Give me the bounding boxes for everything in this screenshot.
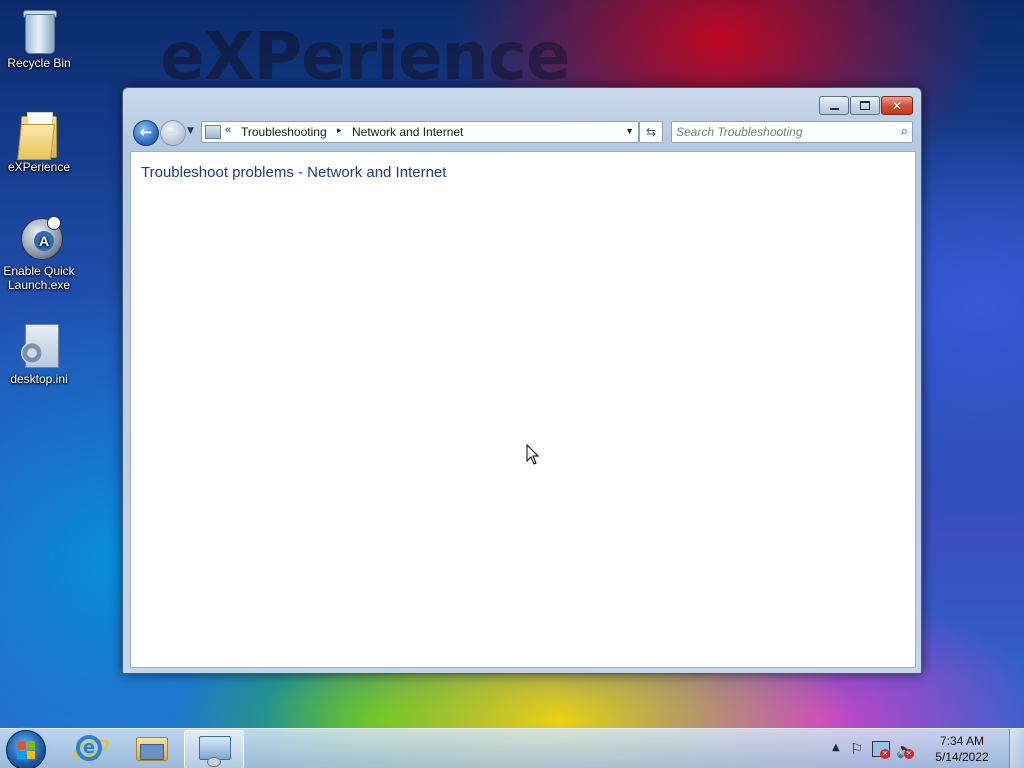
desktop-icon-label: Enable Quick Launch.exe: [3, 264, 75, 292]
clock[interactable]: 7:34 AM 5/14/2022: [922, 733, 1002, 765]
desktop-icon-recycle-bin[interactable]: Recycle Bin: [0, 6, 78, 70]
back-arrow-icon: ←: [139, 123, 153, 141]
search-box[interactable]: ⌕: [671, 121, 913, 143]
app-icon: A: [17, 214, 63, 262]
internet-explorer-icon: e: [76, 735, 102, 761]
desktop-icon-desktop-ini[interactable]: desktop.ini: [0, 322, 78, 386]
address-dropdown-icon[interactable]: ▼: [625, 126, 634, 136]
control-panel-base-shape: [207, 757, 221, 767]
mouse-cursor-icon: [526, 444, 540, 465]
breadcrumb-separator-icon[interactable]: ▸: [337, 125, 342, 136]
desktop-icon-label: desktop.ini: [10, 372, 68, 386]
close-icon: ✕: [891, 98, 903, 113]
chevron-down-icon: ▼: [187, 126, 194, 136]
desktop-icon-experience-folder[interactable]: eXPerience: [0, 110, 78, 174]
taskbar-internet-explorer[interactable]: e: [60, 730, 118, 767]
maximize-icon: [860, 101, 870, 110]
show-hidden-icons-icon[interactable]: ▲: [832, 742, 840, 753]
recent-pages-dropdown[interactable]: ▼: [187, 126, 194, 136]
control-panel-small-icon: [205, 125, 221, 139]
desktop: eXPerience Recycle Bin eXPerience A Enab…: [0, 0, 1024, 768]
close-button[interactable]: ✕: [881, 96, 913, 115]
taskbar: e ▲ ⚐ ✕ 🔈 ✕ 7:34 AM 5/14/2022: [0, 728, 1024, 768]
start-button[interactable]: [6, 730, 46, 768]
windows-logo-icon: [17, 741, 35, 759]
navigation-bar: ← → ▼ « Troubleshooting ▸ Network and In…: [131, 119, 913, 146]
content-pane: Troubleshoot problems - Network and Inte…: [130, 151, 916, 668]
minimize-button[interactable]: [819, 96, 849, 115]
show-desktop-button[interactable]: [1009, 729, 1024, 768]
desktop-icon-label: Recycle Bin: [7, 56, 71, 70]
refresh-icon: ⇆: [645, 125, 657, 139]
forward-button[interactable]: →: [160, 120, 186, 146]
taskbar-control-panel-active[interactable]: [184, 730, 244, 768]
page-title: Troubleshoot problems - Network and Inte…: [141, 164, 447, 181]
search-input[interactable]: [676, 123, 886, 140]
volume-muted-icon: ✕: [904, 749, 914, 759]
forward-arrow-icon: →: [166, 123, 180, 141]
taskbar-windows-explorer[interactable]: [122, 730, 180, 767]
ini-file-icon: [17, 322, 61, 370]
minimize-icon: [829, 107, 839, 110]
wallpaper-text: eXPerience: [160, 18, 571, 95]
desktop-icon-enable-quick-launch[interactable]: A Enable Quick Launch.exe: [0, 214, 78, 292]
troubleshooting-window: ✕ ← → ▼ « Troubleshooting ▸ Network and …: [122, 87, 922, 674]
caption-buttons: ✕: [819, 96, 913, 115]
clock-time: 7:34 AM: [939, 734, 985, 748]
address-overflow-chevron[interactable]: «: [225, 124, 231, 136]
folder-icon: [17, 110, 61, 160]
clock-date: 5/14/2022: [935, 750, 989, 764]
back-button[interactable]: ←: [133, 120, 159, 146]
recycle-bin-icon: [17, 6, 61, 54]
refresh-button[interactable]: ⇆: [639, 121, 663, 143]
network-error-icon: ✕: [880, 749, 890, 759]
desktop-icon-label: eXPerience: [7, 160, 71, 174]
breadcrumb-network-and-internet[interactable]: Network and Internet: [352, 125, 463, 139]
maximize-button[interactable]: [850, 96, 880, 115]
breadcrumb-troubleshooting[interactable]: Troubleshooting: [241, 125, 327, 139]
action-center-flag-icon[interactable]: ⚐: [850, 740, 863, 758]
search-icon[interactable]: ⌕: [901, 124, 908, 139]
explorer-library-shape: [140, 744, 164, 760]
address-bar[interactable]: « Troubleshooting ▸ Network and Internet…: [201, 121, 639, 143]
